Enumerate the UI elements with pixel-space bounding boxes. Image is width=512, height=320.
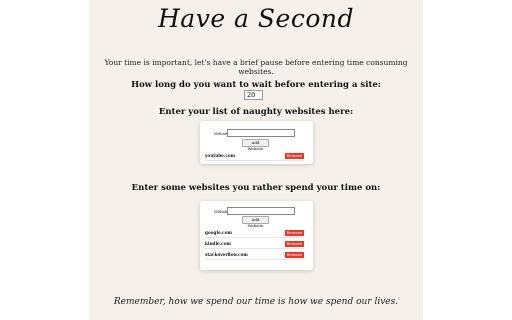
content-panel: Have a Second Your time is important, le…: [89, 0, 423, 320]
better-site-name: kindle.com: [205, 241, 231, 246]
page-subtitle: Your time is important, let's have a bri…: [104, 58, 408, 76]
naughty-card: Website Add Website youtube.com Remove: [200, 121, 313, 164]
row-divider: [205, 248, 304, 249]
remove-button[interactable]: Remove: [285, 252, 304, 258]
better-add-website-button[interactable]: Add Website: [242, 216, 269, 228]
remove-button[interactable]: Remove: [285, 153, 304, 159]
better-site-row: stackoverflow.com Remove: [205, 252, 304, 260]
naughty-site-row: youtube.com Remove: [205, 153, 304, 161]
row-divider: [205, 259, 304, 260]
remove-button[interactable]: Remove: [285, 241, 304, 247]
better-heading: Enter some websites you rather spend you…: [131, 183, 381, 193]
wait-seconds-input[interactable]: 20: [244, 90, 263, 100]
remove-button[interactable]: Remove: [285, 230, 304, 236]
naughty-add-website-button[interactable]: Add Website: [242, 139, 269, 151]
better-card: Website Add Website google.com Remove ki…: [200, 201, 313, 270]
naughty-heading: Enter your list of naughty websites here…: [158, 107, 354, 117]
row-divider: [205, 160, 304, 161]
better-site-row: google.com Remove: [205, 230, 304, 238]
naughty-website-input[interactable]: [227, 129, 295, 137]
wait-question: How long do you want to wait before ente…: [131, 80, 381, 90]
row-divider: [205, 237, 304, 238]
page-title: Have a Second: [157, 4, 354, 33]
better-site-row: kindle.com Remove: [205, 241, 304, 249]
better-site-name: stackoverflow.com: [205, 252, 248, 257]
better-site-name: google.com: [205, 230, 232, 235]
better-website-input[interactable]: [227, 207, 295, 215]
footer-quote: Remember, how we spend our time is how w…: [113, 297, 399, 307]
naughty-site-name: youtube.com: [205, 153, 236, 158]
